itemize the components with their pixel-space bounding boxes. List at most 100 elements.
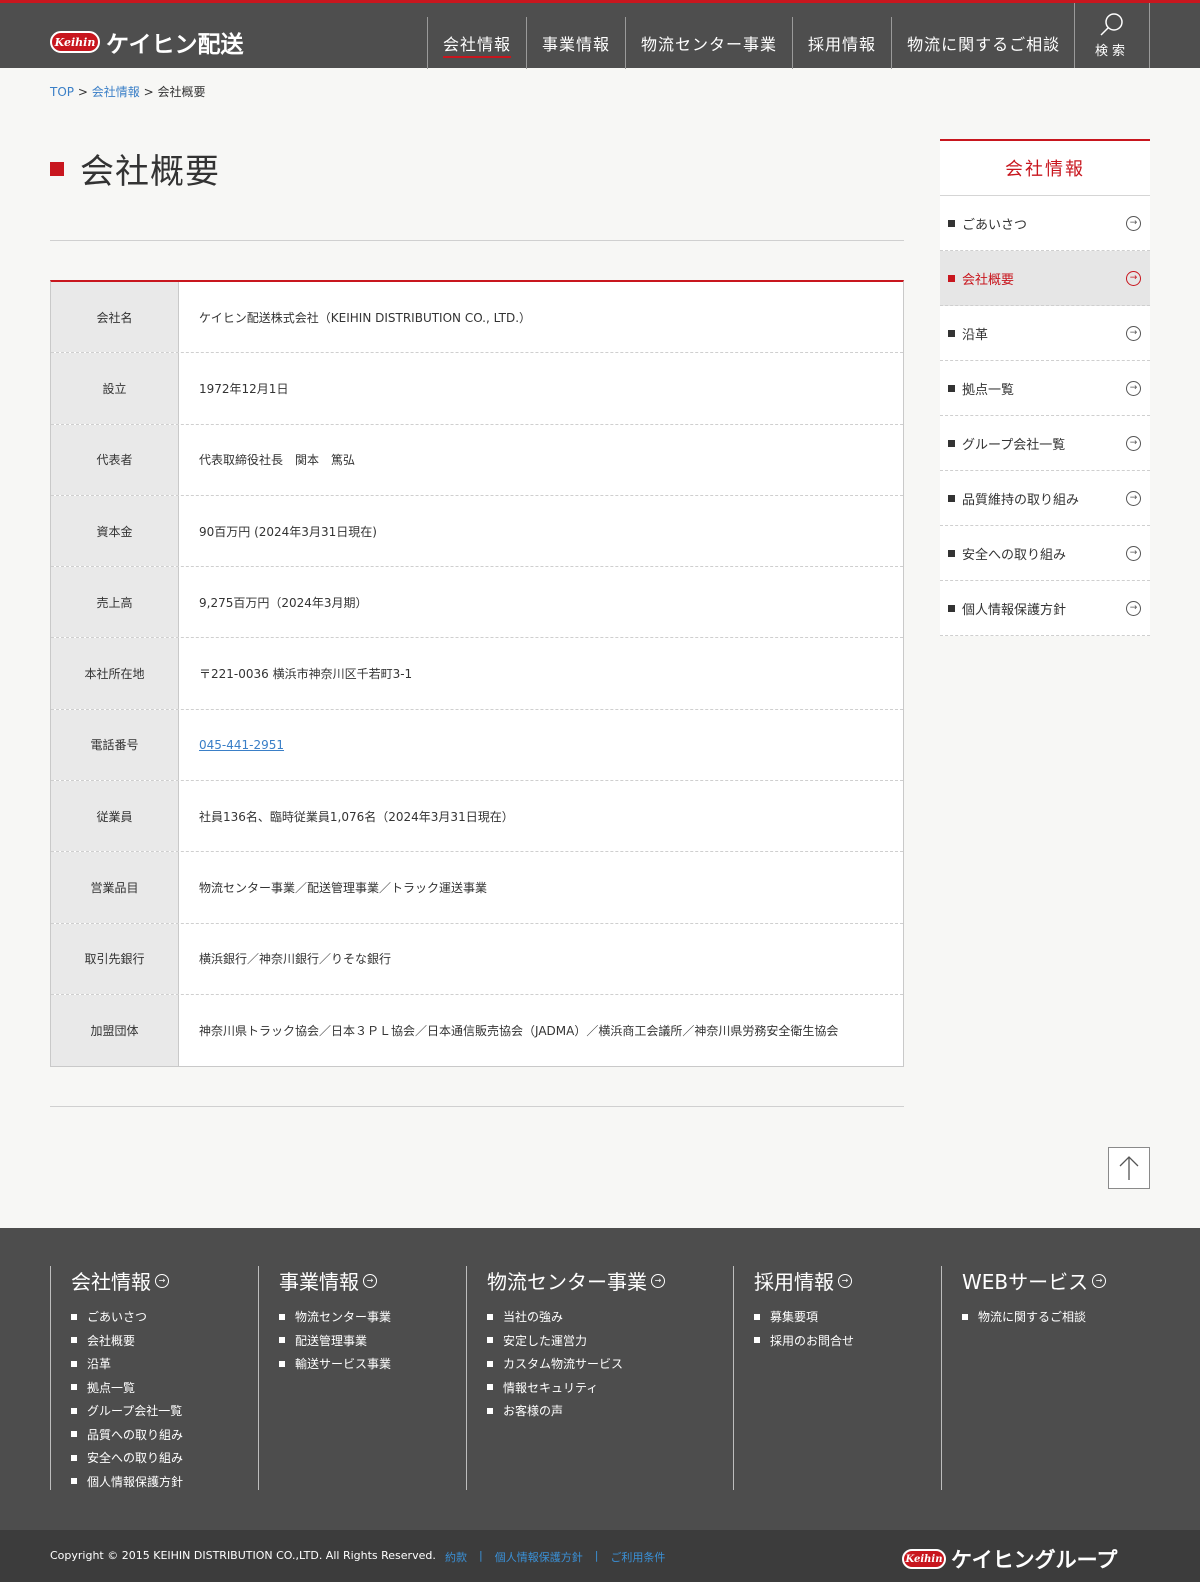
nav-logistics-center[interactable]: 物流センター事業 — [625, 17, 792, 69]
footer-link[interactable]: 輸送サービス事業 — [279, 1352, 391, 1376]
table-row: 電話番号 045-441-2951 — [51, 709, 903, 782]
table-row: 本社所在地 〒221-0036 横浜市神奈川区千若町3-1 — [51, 638, 903, 710]
nav-recruit[interactable]: 採用情報 — [792, 17, 891, 69]
footer-col-title[interactable]: 物流センター事業 → — [487, 1266, 665, 1295]
footer-col-title[interactable]: WEBサービス → — [962, 1266, 1107, 1295]
bullet-icon — [948, 549, 955, 557]
footer-link[interactable]: 配送管理事業 — [279, 1329, 391, 1353]
sidebar-item-quality[interactable]: 品質維持の取り組み → — [940, 471, 1150, 526]
divider — [50, 1106, 904, 1107]
row-label: 代表者 — [51, 424, 179, 495]
footer-col-title-text: WEBサービス — [962, 1270, 1089, 1294]
bullet-icon — [754, 1313, 760, 1320]
footer-link[interactable]: 当社の強み — [487, 1305, 665, 1329]
bullet-icon — [962, 1313, 968, 1320]
footer-link[interactable]: 個人情報保護方針 — [71, 1470, 183, 1494]
row-value: 代表取締役社長 関本 篤弘 — [199, 453, 356, 468]
usage-terms-link[interactable]: ご利用条件 — [610, 1549, 665, 1565]
footer-col-title-text: 採用情報 — [754, 1270, 834, 1294]
footer-link[interactable]: 会社概要 — [71, 1329, 183, 1353]
breadcrumb-company[interactable]: 会社情報 — [92, 85, 140, 99]
footer-link-label: グループ会社一覧 — [87, 1404, 183, 1419]
footer-link-label: 採用のお問合せ — [770, 1333, 855, 1348]
arrow-right-icon: → — [651, 1273, 665, 1288]
sidebar-title: 会社情報 — [940, 139, 1150, 196]
logo-text: ケイヒン配送 — [106, 32, 244, 58]
logo-badge: Keihin — [50, 31, 100, 53]
footer-link-label: 当社の強み — [503, 1310, 564, 1325]
sidebar-item-locations[interactable]: 拠点一覧 → — [940, 361, 1150, 416]
link-separator: | — [594, 1549, 599, 1562]
breadcrumb-top[interactable]: TOP — [50, 85, 74, 99]
footer-col-title[interactable]: 会社情報 → — [71, 1266, 183, 1295]
bullet-icon — [487, 1384, 493, 1391]
bullet-icon — [948, 274, 955, 282]
row-label: 取引先銀行 — [51, 923, 179, 994]
footer-link[interactable]: カスタム物流サービス — [487, 1352, 665, 1376]
sidebar-item-label: ごあいさつ — [962, 217, 1028, 233]
link-separator: | — [479, 1549, 483, 1562]
footer-link[interactable]: 物流に関するご相談 — [962, 1305, 1106, 1329]
site-footer: 会社情報 → ごあいさつ 会社概要 沿革 拠点一覧 グループ会社一覧 品質への取り… — [0, 1228, 1200, 1530]
arrow-right-icon: → — [1126, 380, 1141, 396]
footer-link-label: 募集要項 — [770, 1310, 819, 1325]
nav-business[interactable]: 事業情報 — [526, 17, 625, 69]
footer-link[interactable]: 安全への取り組み — [71, 1446, 183, 1470]
sidebar-item-safety[interactable]: 安全への取り組み → — [940, 526, 1150, 581]
arrow-right-icon: → — [838, 1273, 852, 1288]
sidebar-item-greeting[interactable]: ごあいさつ → — [940, 196, 1150, 251]
footer-link[interactable]: 募集要項 — [754, 1305, 854, 1329]
arrow-right-icon: → — [1092, 1273, 1107, 1288]
footer-link[interactable]: 物流センター事業 — [279, 1305, 391, 1329]
footer-link-label: 配送管理事業 — [295, 1333, 368, 1348]
page-top-button[interactable] — [1108, 1147, 1150, 1189]
breadcrumb: TOP > 会社情報 > 会社概要 — [50, 83, 205, 100]
footer-link[interactable]: 品質への取り組み — [71, 1423, 183, 1447]
row-value: 045-441-2951 — [179, 710, 903, 780]
global-nav: 会社情報 事業情報 物流センター事業 採用情報 物流に関するご相談 — [427, 17, 1075, 69]
phone-link[interactable]: 045-441-2951 — [199, 738, 284, 752]
privacy-link[interactable]: 個人情報保護方針 — [495, 1549, 583, 1565]
group-logo[interactable]: Keihin ケイヒングループ — [902, 1544, 1117, 1574]
footer-col-business: 事業情報 → 物流センター事業 配送管理事業 輸送サービス事業 — [258, 1266, 391, 1490]
footer-link[interactable]: グループ会社一覧 — [71, 1399, 183, 1423]
footer-link[interactable]: お客様の声 — [487, 1399, 665, 1423]
footer-col-title[interactable]: 採用情報 → — [754, 1266, 854, 1295]
footer-link[interactable]: 情報セキュリティ — [487, 1376, 665, 1400]
row-label: 従業員 — [51, 781, 179, 852]
table-row: 営業品目 物流センター事業／配送管理事業／トラック運送事業 — [51, 852, 903, 924]
footer-link[interactable]: 安定した運営力 — [487, 1329, 665, 1353]
footer-link-label: 情報セキュリティ — [503, 1380, 599, 1395]
row-value: 〒221-0036 横浜市神奈川区千若町3-1 — [199, 667, 413, 682]
nav-consult[interactable]: 物流に関するご相談 — [891, 17, 1075, 69]
terms-link[interactable]: 約款 — [445, 1549, 467, 1565]
footer-link-label: 拠点一覧 — [87, 1380, 136, 1395]
row-label: 会社名 — [51, 282, 179, 353]
bullet-icon — [71, 1360, 77, 1367]
bullet-icon — [71, 1337, 77, 1344]
sidebar-item-overview[interactable]: 会社概要 → — [940, 251, 1150, 306]
row-label: 売上高 — [51, 567, 179, 638]
sidebar-item-history[interactable]: 沿革 → — [940, 306, 1150, 361]
footer-col-title-text: 物流センター事業 — [487, 1270, 647, 1294]
arrow-right-icon: → — [1126, 270, 1141, 286]
breadcrumb-current: 会社概要 — [157, 85, 206, 99]
bullet-icon — [71, 1454, 77, 1461]
page-title-text: 会社概要 — [80, 152, 220, 192]
arrow-right-icon: → — [363, 1273, 377, 1288]
footer-link[interactable]: 沿革 — [71, 1352, 183, 1376]
footer-link[interactable]: ごあいさつ — [71, 1305, 183, 1329]
footer-col-recruit: 採用情報 → 募集要項 採用のお問合せ — [733, 1266, 854, 1490]
site-logo[interactable]: Keihin ケイヒン配送 — [50, 25, 244, 59]
footer-col-title[interactable]: 事業情報 → — [279, 1266, 391, 1295]
footer-link[interactable]: 拠点一覧 — [71, 1376, 183, 1400]
footer-link-label: ごあいさつ — [87, 1310, 148, 1325]
search-button[interactable]: 検索 — [1074, 3, 1150, 68]
footer-link-label: 輸送サービス事業 — [295, 1357, 392, 1372]
sidebar-item-privacy[interactable]: 個人情報保護方針 → — [940, 581, 1150, 636]
footer-link[interactable]: 採用のお問合せ — [754, 1329, 854, 1353]
row-label: 電話番号 — [51, 709, 179, 781]
nav-company[interactable]: 会社情報 — [427, 17, 526, 69]
sidebar-item-group[interactable]: グループ会社一覧 → — [940, 416, 1150, 471]
row-value: 神奈川県トラック協会／日本３ＰＬ協会／日本通信販売協会（JADMA）／横浜商工会… — [199, 1024, 839, 1039]
